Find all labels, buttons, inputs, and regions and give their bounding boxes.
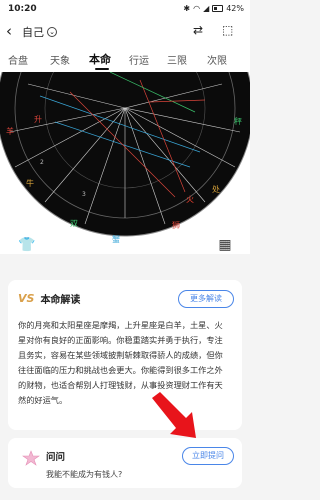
bluetooth-icon: ✱ [183,4,191,13]
ask-card: 问问 立即提问 我能不能成为有钱人? [8,438,242,488]
reading-title: 本命解读 [40,295,81,306]
battery-level: 42% [226,4,244,13]
planet-label-asc: 升 [34,115,42,124]
header: ‹ 自己 ⌄ ⇄ ⬚ [0,20,250,44]
signal-icon: ◢ [203,4,210,13]
tab-hepan[interactable]: 合盘 [8,52,28,67]
active-tab-indicator [95,68,109,70]
reading-line: 星对你有良好的正面影响。你稳重踏实并勇于执行，专注 [18,335,223,345]
reading-line: 你的月亮和太阳星座是摩羯，上升星座是白羊，土星、火 [18,320,223,330]
sign-label-libra: 秤 [234,116,242,126]
ask-title: 问问 [46,452,66,463]
ask-question[interactable]: 我能不能成为有钱人? [46,469,122,480]
profile-selector[interactable]: 自己 ⌄ [22,24,57,40]
ask-logo-icon [22,450,40,466]
planet-label-mars: 火 [186,195,194,204]
battery-icon [212,5,224,12]
tab-tianxiang[interactable]: 天象 [50,52,70,67]
reading-card: VS 本命解读 更多解读 你的月亮和太阳星座是摩羯，上升星座是白羊，土星、火 星… [8,280,242,430]
wifi-icon: ◠ [193,4,201,13]
tab-xingyun[interactable]: 行运 [129,52,149,67]
sign-label-virgo: 处 [212,184,220,194]
ask-now-button[interactable]: 立即提问 [182,447,234,465]
reading-line: 往往面临的压力和挑战也会更大。你能得到很多工作之外 [18,365,223,375]
natal-chart-wheel: 羊 牛 双 蟹 狮 处 秤 火 升 2 3 [0,72,250,244]
house-number-3: 3 [82,191,86,198]
status-time: 10:20 [8,4,37,14]
more-reading-button[interactable]: 更多解读 [178,290,234,308]
sign-label-cancer: 蟹 [112,234,120,244]
tab-bar: 合盘 天象 本命 行运 三限 次限 [0,44,250,72]
shirt-icon[interactable]: 👕 [16,234,38,256]
sign-label-gemini: 双 [70,219,78,228]
chevron-down-icon: ⌄ [47,27,57,37]
reading-line: 且务实，容易在某些领域披荆斩棘取得骄人的成绩，但你 [18,350,223,360]
sign-label-taurus: 牛 [26,178,34,188]
tab-cixian[interactable]: 次限 [207,52,227,67]
red-arrow-icon [152,392,196,438]
share-icon[interactable]: ⬚ [222,23,233,37]
tab-benming[interactable]: 本命 [89,51,111,67]
house-number-2: 2 [40,159,44,166]
tab-fade [228,44,250,72]
tab-sanxian[interactable]: 三限 [167,52,187,67]
reading-title-row: VS 本命解读 [18,291,80,306]
status-bar: 10:20 ✱ ◠ ◢ 42% [0,0,250,20]
status-icons: ✱ ◠ ◢ 42% [183,4,244,13]
sign-label-leo: 狮 [172,221,180,230]
profile-name: 自己 [22,26,44,39]
vs-icon: VS [18,292,35,305]
grid-icon[interactable]: ▦ [214,234,236,256]
back-icon[interactable]: ‹ [6,23,12,39]
natal-chart[interactable]: 羊 牛 双 蟹 狮 处 秤 火 升 2 3 [0,72,250,254]
swap-icon[interactable]: ⇄ [193,23,203,37]
reading-line: 的财物，也适合帮别人打理钱财，从事投资理财工作有天 [18,380,223,390]
sign-label-aries: 羊 [6,126,14,136]
